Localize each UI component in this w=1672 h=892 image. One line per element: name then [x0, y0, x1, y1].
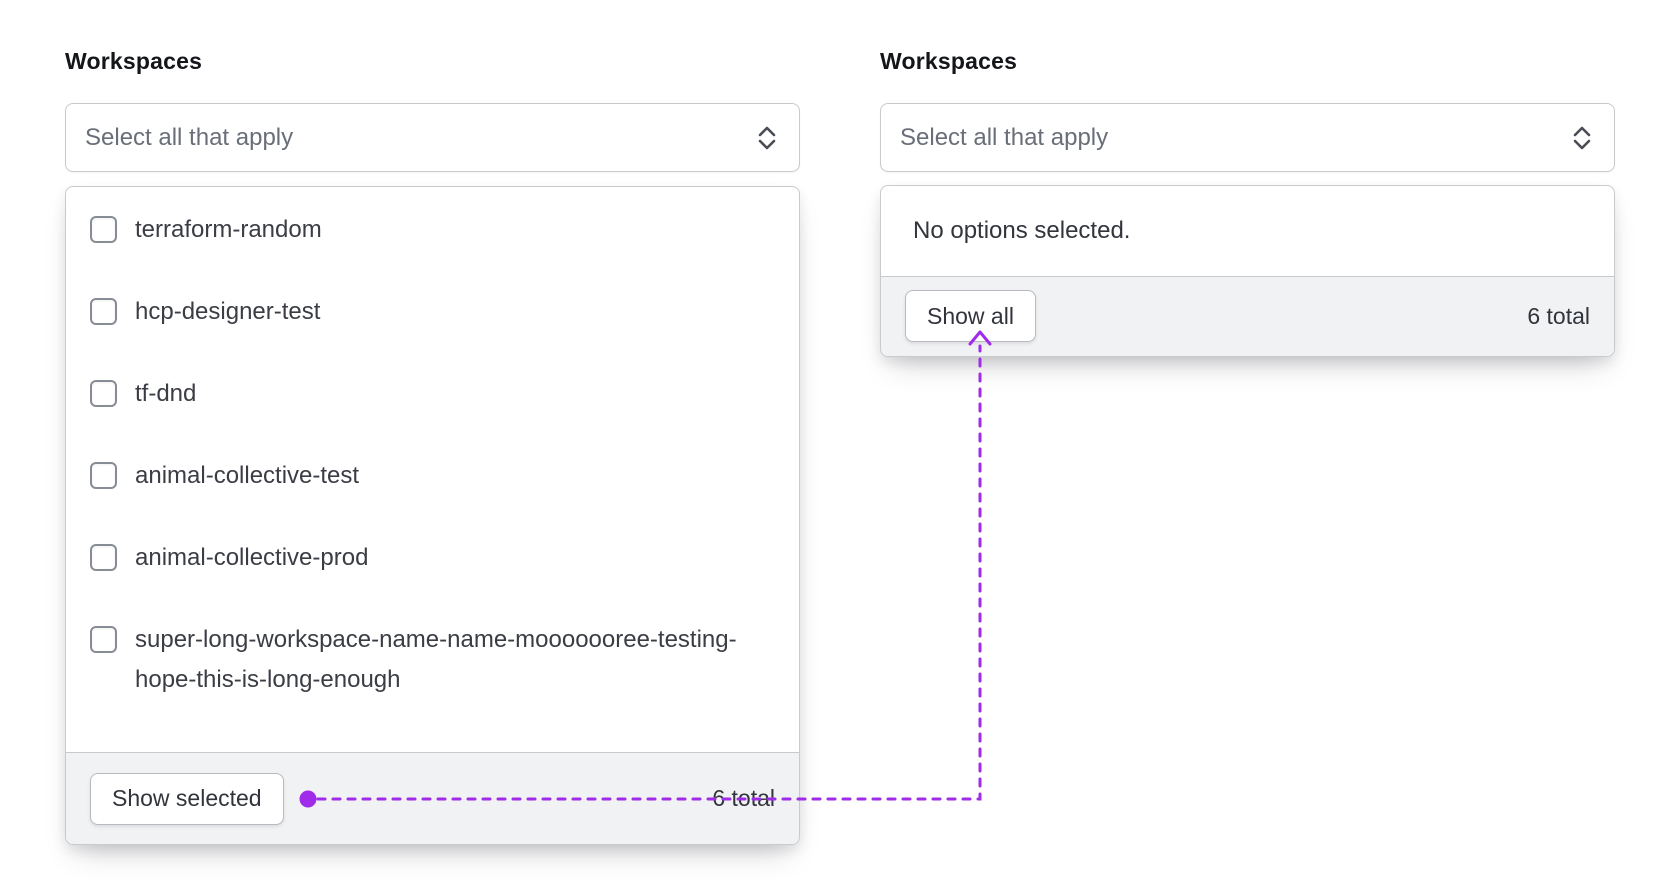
right-select-placeholder: Select all that apply	[900, 123, 1109, 151]
right-options-panel: No options selected. Show all 6 total	[880, 185, 1615, 357]
right-workspaces-select[interactable]: Select all that apply	[880, 103, 1615, 172]
checkbox-icon[interactable]	[90, 462, 117, 489]
option-hcp-designer-test[interactable]: hcp-designer-test	[66, 271, 799, 353]
right-total-count: 6 total	[1527, 302, 1590, 329]
left-workspaces-label: Workspaces	[65, 48, 203, 74]
option-animal-collective-test[interactable]: animal-collective-test	[66, 435, 799, 517]
right-workspaces-label: Workspaces	[880, 48, 1018, 74]
option-label: tf-dnd	[135, 380, 197, 407]
show-selected-button[interactable]: Show selected	[90, 772, 284, 825]
option-super-long-workspace[interactable]: super-long-workspace-name-name-moooooore…	[66, 599, 799, 721]
checkbox-icon[interactable]	[90, 298, 117, 325]
option-label: animal-collective-prod	[135, 544, 369, 571]
left-select-placeholder: Select all that apply	[85, 123, 294, 151]
left-total-count: 6 total	[712, 785, 775, 811]
option-label: super-long-workspace-name-name-moooooore…	[135, 626, 737, 693]
checkbox-icon[interactable]	[90, 544, 117, 571]
show-all-button[interactable]: Show all	[905, 290, 1036, 343]
checkbox-icon[interactable]	[90, 216, 117, 243]
option-label: hcp-designer-test	[135, 298, 321, 325]
empty-state-message: No options selected.	[913, 216, 1131, 244]
option-terraform-random[interactable]: terraform-random	[66, 189, 799, 271]
left-options-panel: terraform-random hcp-designer-test tf-dn…	[65, 186, 800, 845]
workspace-option-list: terraform-random hcp-designer-test tf-dn…	[66, 187, 799, 752]
left-workspaces-select[interactable]: Select all that apply	[65, 103, 800, 172]
option-label: terraform-random	[135, 216, 322, 243]
empty-state-body: No options selected.	[881, 186, 1614, 276]
option-tf-dnd[interactable]: tf-dnd	[66, 353, 799, 435]
checkbox-icon[interactable]	[90, 380, 117, 407]
chevron-updown-icon	[755, 124, 779, 152]
right-panel-footer: Show all 6 total	[881, 275, 1614, 356]
option-animal-collective-prod[interactable]: animal-collective-prod	[66, 517, 799, 599]
checkbox-icon[interactable]	[90, 626, 117, 653]
chevron-updown-icon	[1570, 124, 1594, 152]
left-panel-footer: Show selected 6 total	[66, 752, 799, 844]
option-label: animal-collective-test	[135, 462, 360, 489]
